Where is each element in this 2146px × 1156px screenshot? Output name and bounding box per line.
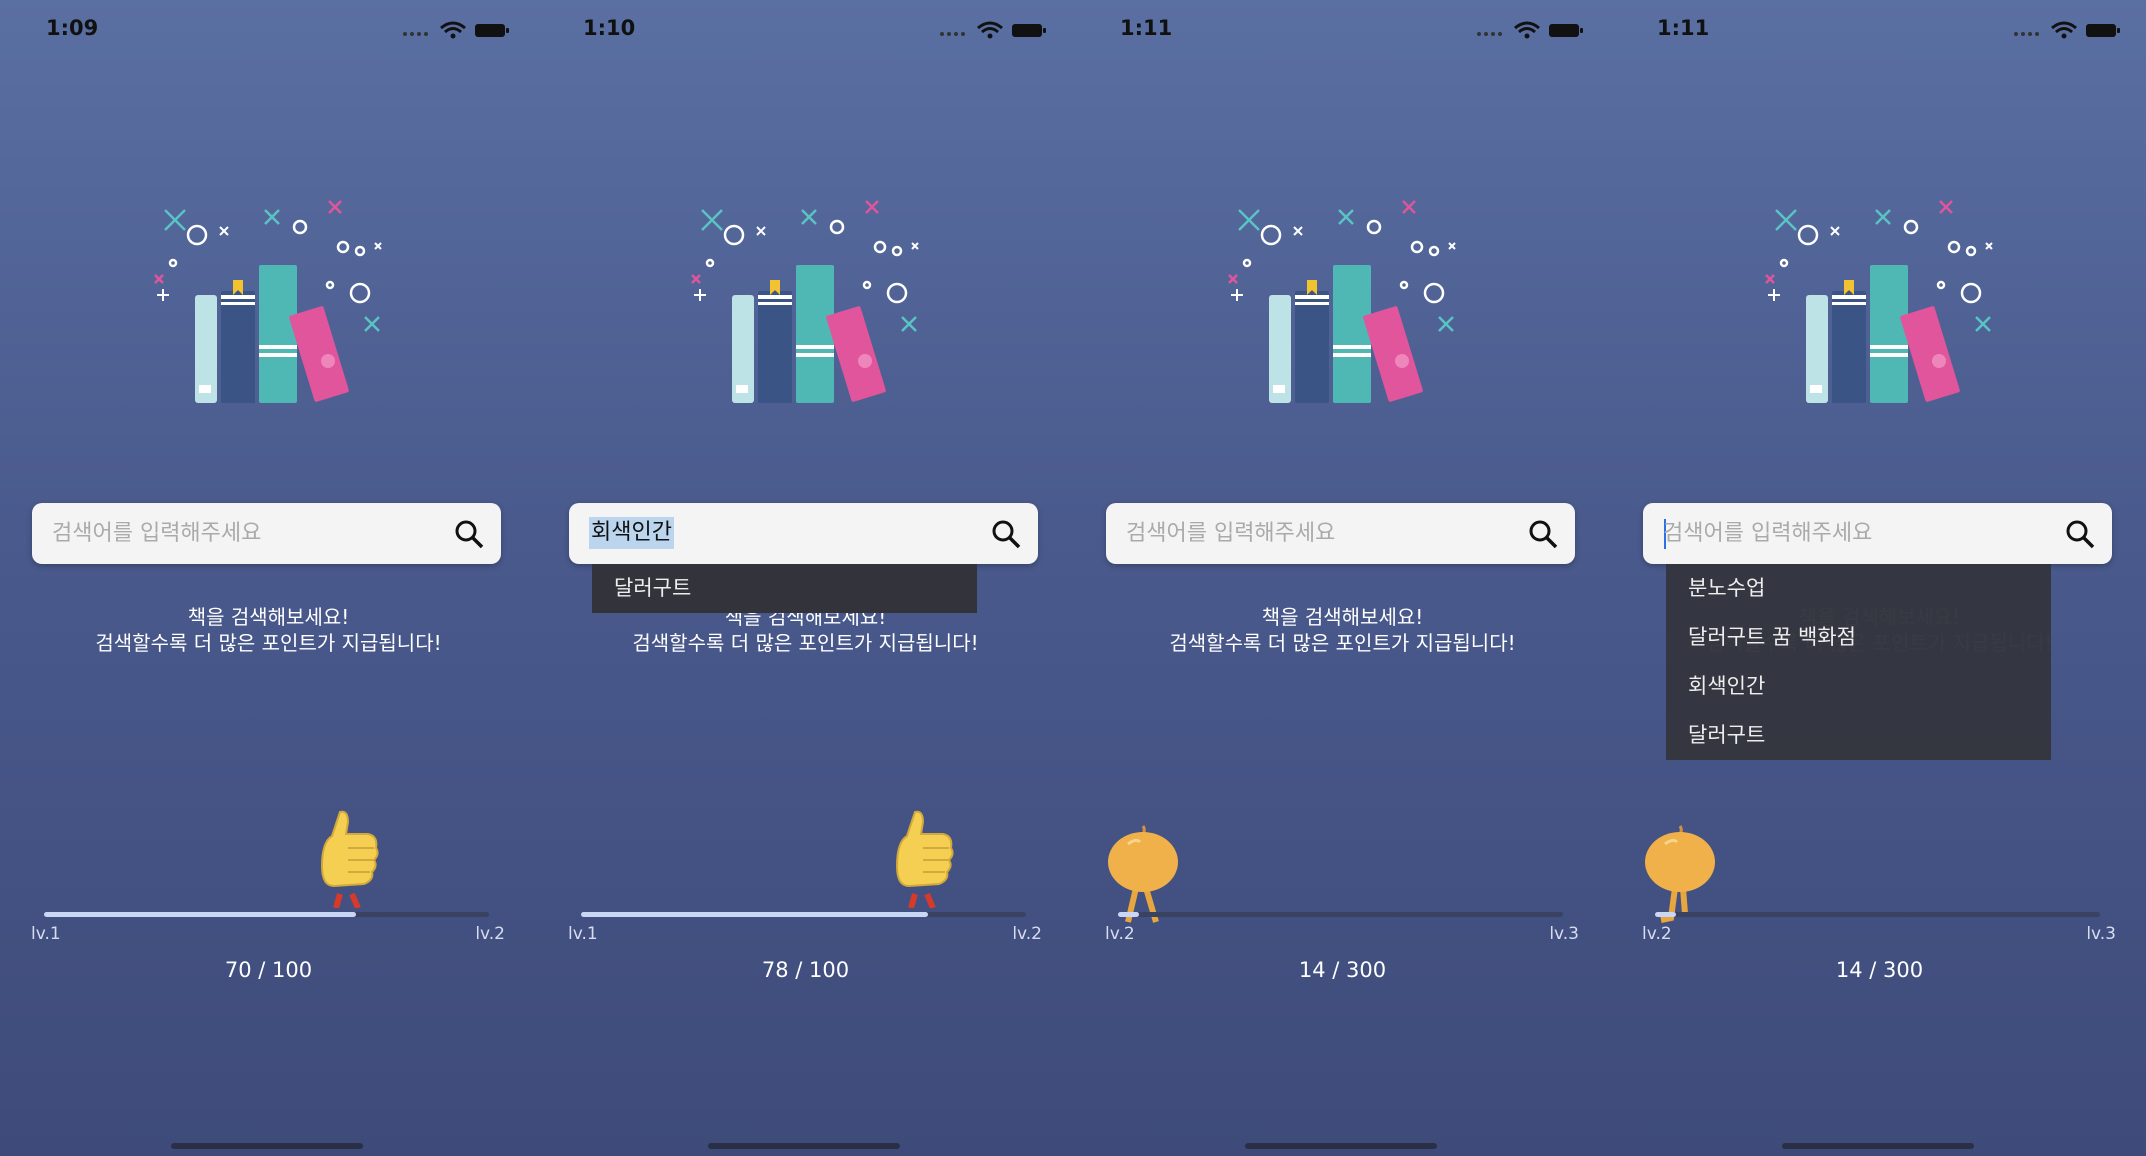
books-illustration — [1228, 200, 1456, 403]
search-bar — [1106, 503, 1575, 564]
home-indicator — [1245, 1143, 1437, 1149]
guide-text-line2: 검색할수록 더 많은 포인트가 지급됩니다! — [1169, 631, 1516, 655]
level-progress-track — [581, 912, 1026, 917]
level-progress-fill — [581, 912, 929, 917]
search-input[interactable] — [1126, 503, 1516, 564]
wifi-icon — [2051, 21, 2077, 34]
autocomplete-dropdown: 분노수업 달러구트 꿈 백화점 회색인간 달러구트 — [1666, 564, 2051, 760]
phone-screen-4: 1:11 책을 검색해보세요! 검색할수록 더 많은 포인트가 지급됩니다! 분… — [1611, 0, 2146, 1156]
guide-text-line2: 검색할수록 더 많은 포인트가 지급됩니다! — [95, 631, 442, 655]
current-level-label: lv.2 — [1642, 924, 1672, 944]
thumbs-up-mascot — [895, 810, 954, 908]
level-progress-track — [1118, 912, 1563, 917]
battery-icon — [475, 24, 509, 37]
points-counter: 70 / 100 — [224, 958, 313, 982]
search-icon[interactable] — [991, 519, 1021, 549]
onion-mascot — [1645, 825, 1715, 923]
search-bar — [1643, 503, 2112, 564]
guide-text-line1: 책을 검색해보세요! — [1261, 605, 1424, 629]
search-icon[interactable] — [2065, 519, 2095, 549]
home-indicator — [708, 1143, 900, 1149]
points-counter: 14 / 300 — [1298, 958, 1387, 982]
search-bar — [32, 503, 501, 564]
points-counter: 78 / 100 — [761, 958, 850, 982]
books-illustration — [1765, 200, 1993, 403]
current-level-label: lv.1 — [568, 924, 598, 944]
phone-screen-3: 1:11 책을 검색해보세요! 검색할수록 더 많은 포인트가 지급됩니다! — [1074, 0, 1611, 1156]
next-level-label: lv.3 — [2086, 924, 2116, 944]
autocomplete-item[interactable]: 분노수업 — [1666, 564, 2051, 613]
autocomplete-item[interactable]: 달러구트 — [592, 564, 977, 613]
books-illustration — [691, 200, 919, 403]
status-icons — [940, 21, 1046, 39]
search-input-selected-text[interactable]: 회색인간 — [589, 517, 674, 549]
books-illustration — [154, 200, 382, 403]
level-progress-track — [1655, 912, 2100, 917]
cellular-signal-icon — [403, 32, 428, 36]
cellular-signal-icon — [2014, 32, 2039, 36]
wifi-icon — [977, 21, 1003, 34]
next-level-label: lv.2 — [1012, 924, 1042, 944]
wifi-icon — [1514, 21, 1540, 34]
search-bar: 회색인간 — [569, 503, 1038, 564]
guide-text-line1: 책을 검색해보세요! — [187, 605, 350, 629]
autocomplete-item[interactable]: 회색인간 — [1666, 662, 2051, 711]
phone-screen-2: 1:10 책을 검색해보세요! 검색할수록 더 많은 포인트가 지급됩니다! 회… — [537, 0, 1074, 1156]
next-level-label: lv.2 — [475, 924, 505, 944]
status-time: 1:10 — [583, 16, 636, 40]
current-level-label: lv.1 — [31, 924, 61, 944]
autocomplete-dropdown: 달러구트 — [592, 564, 977, 613]
status-icons — [2014, 21, 2120, 39]
autocomplete-item[interactable]: 달러구트 꿈 백화점 — [1666, 613, 2051, 662]
battery-icon — [1012, 24, 1046, 37]
cellular-signal-icon — [940, 32, 965, 36]
status-icons — [1477, 21, 1583, 39]
status-time: 1:09 — [46, 16, 99, 40]
status-time: 1:11 — [1657, 16, 1710, 40]
home-indicator — [1782, 1143, 1974, 1149]
points-counter: 14 / 300 — [1835, 958, 1924, 982]
home-indicator — [171, 1143, 363, 1149]
search-icon[interactable] — [454, 519, 484, 549]
screens-row: 1:09 책을 검색해보세요! 검색할수록 더 많은 포인트가 지급됩니다! — [0, 0, 2146, 1156]
onion-mascot — [1108, 825, 1178, 923]
search-input[interactable] — [52, 503, 442, 564]
guide-text-line2: 검색할수록 더 많은 포인트가 지급됩니다! — [632, 631, 979, 655]
status-icons — [403, 21, 509, 39]
level-progress-fill — [1655, 912, 1676, 917]
search-icon[interactable] — [1528, 519, 1558, 549]
autocomplete-item[interactable]: 달러구트 — [1666, 711, 2051, 760]
level-progress-track — [44, 912, 489, 917]
level-progress-fill — [44, 912, 356, 917]
current-level-label: lv.2 — [1105, 924, 1135, 944]
battery-icon — [2086, 24, 2120, 37]
cellular-signal-icon — [1477, 32, 1502, 36]
thumbs-up-mascot — [320, 810, 379, 908]
phone-screen-1: 1:09 책을 검색해보세요! 검색할수록 더 많은 포인트가 지급됩니다! — [0, 0, 537, 1156]
wifi-icon — [440, 21, 466, 34]
search-input[interactable] — [1663, 503, 2053, 564]
battery-icon — [1549, 24, 1583, 37]
level-progress-fill — [1118, 912, 1139, 917]
next-level-label: lv.3 — [1549, 924, 1579, 944]
status-time: 1:11 — [1120, 16, 1173, 40]
